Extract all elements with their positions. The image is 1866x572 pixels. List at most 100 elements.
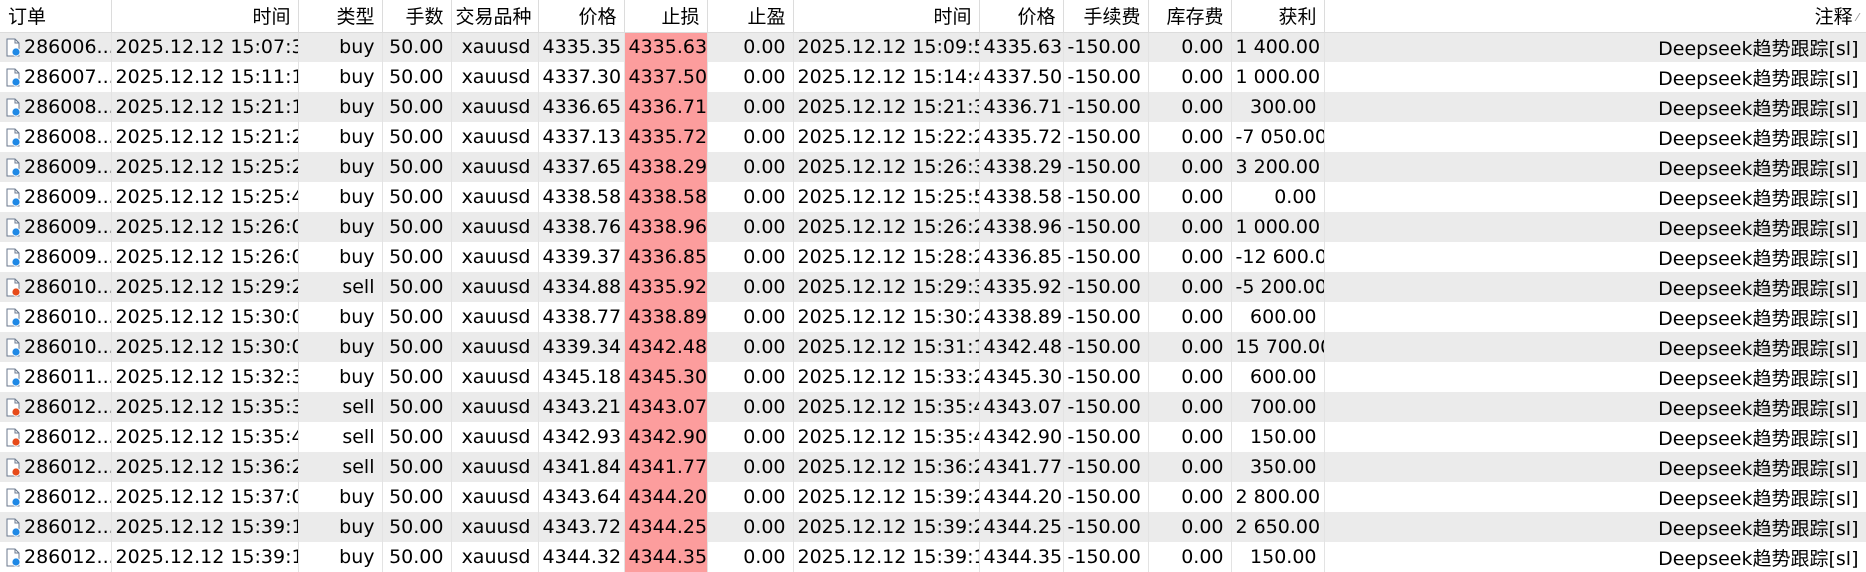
close-time-cell: 2025.12.12 15:30:25 <box>793 302 980 332</box>
order-cell: 286009... <box>0 182 112 212</box>
table-row[interactable]: 286010... 2025.12.12 15:30:09 buy 50.00 xauu… <box>0 332 1866 362</box>
column-header-price[interactable]: 价格 <box>538 0 625 33</box>
table-row[interactable]: 286010... 2025.12.12 15:30:07 buy 50.00 xauu… <box>0 302 1866 332</box>
order-cell: 286008... <box>0 122 112 152</box>
table-row[interactable]: 286012... 2025.12.12 15:37:01 buy 50.00 xauu… <box>0 482 1866 512</box>
stop-loss-cell: 4337.50 <box>624 62 708 92</box>
profit-cell: -5 200.00 <box>1231 272 1325 302</box>
table-row[interactable]: 286009... 2025.12.12 15:25:29 buy 50.00 xauu… <box>0 152 1866 182</box>
close-price-cell: 4341.77 <box>979 452 1064 482</box>
order-cell: 286009... <box>0 212 112 242</box>
price-cell: 4343.21 <box>538 392 625 422</box>
table-row[interactable]: 286012... 2025.12.12 15:36:24 sell 50.00 xau… <box>0 452 1866 482</box>
buy-order-icon <box>6 158 20 177</box>
take-profit-cell: 0.00 <box>707 32 794 62</box>
stop-loss-cell: 4338.58 <box>624 182 708 212</box>
column-header-comment[interactable]: 注释 ⁄ <box>1324 0 1866 33</box>
table-row[interactable]: 286007... 2025.12.12 15:11:14 buy 50.00 xauu… <box>0 62 1866 92</box>
column-header-type[interactable]: 类型 <box>298 0 383 33</box>
price-cell: 4342.93 <box>538 422 625 452</box>
table-row[interactable]: 286012... 2025.12.12 15:39:14 buy 50.00 xauu… <box>0 542 1866 572</box>
column-header-symbol[interactable]: 交易品种 <box>451 0 539 33</box>
profit-cell: 150.00 <box>1231 542 1325 572</box>
column-header-volume[interactable]: 手数 <box>382 0 452 33</box>
comment-cell: Deepseek趋势跟踪[sl] <box>1324 242 1866 272</box>
table-row[interactable]: 286010... 2025.12.12 15:29:20 sell 50.00 xau… <box>0 272 1866 302</box>
symbol-cell: xauusd <box>451 182 539 212</box>
stop-loss-cell: 4342.48 <box>624 332 708 362</box>
type-cell: buy <box>298 212 383 242</box>
type-cell: buy <box>298 302 383 332</box>
buy-order-icon <box>6 38 20 57</box>
column-header-profit[interactable]: 获利 <box>1231 0 1325 33</box>
type-cell: buy <box>298 62 383 92</box>
commission-cell: -150.00 <box>1063 452 1149 482</box>
table-row[interactable]: 286009... 2025.12.12 15:26:08 buy 50.00 xauu… <box>0 242 1866 272</box>
close-time-cell: 2025.12.12 15:33:23 <box>793 362 980 392</box>
symbol-cell: xauusd <box>451 122 539 152</box>
table-row[interactable]: 286012... 2025.12.12 15:35:42 sell 50.00 xau… <box>0 422 1866 452</box>
column-header-swap[interactable]: 库存费 <box>1148 0 1232 33</box>
order-id: 286012... <box>24 486 111 508</box>
order-id: 286012... <box>24 426 111 448</box>
comment-cell: Deepseek趋势跟踪[sl] <box>1324 422 1866 452</box>
volume-cell: 50.00 <box>382 152 452 182</box>
open-time-cell: 2025.12.12 15:32:37 <box>111 362 299 392</box>
column-header-commission[interactable]: 手续费 <box>1063 0 1149 33</box>
volume-cell: 50.00 <box>382 212 452 242</box>
order-id: 286008... <box>24 96 111 118</box>
commission-cell: -150.00 <box>1063 182 1149 212</box>
order-id: 286009... <box>24 156 111 178</box>
column-header-take-profit[interactable]: 止盈 <box>707 0 794 33</box>
table-row[interactable]: 286012... 2025.12.12 15:39:10 buy 50.00 xauu… <box>0 512 1866 542</box>
close-price-cell: 4342.90 <box>979 422 1064 452</box>
order-cell: 286007... <box>0 62 112 92</box>
type-cell: buy <box>298 92 383 122</box>
order-cell: 286011... <box>0 362 112 392</box>
table-row[interactable]: 286006... 2025.12.12 15:07:30 buy 50.00 xauu… <box>0 32 1866 62</box>
type-cell: buy <box>298 182 383 212</box>
table-row[interactable]: 286008... 2025.12.12 15:21:29 buy 50.00 xauu… <box>0 122 1866 152</box>
close-time-cell: 2025.12.12 15:35:49 <box>793 422 980 452</box>
type-cell: buy <box>298 152 383 182</box>
column-header-open-time[interactable]: 时间 <box>111 0 299 33</box>
close-price-cell: 4335.63 <box>979 32 1064 62</box>
order-id: 286010... <box>24 306 111 328</box>
order-cell: 286012... <box>0 452 112 482</box>
swap-cell: 0.00 <box>1148 92 1232 122</box>
price-cell: 4338.77 <box>538 302 625 332</box>
profit-cell: 3 200.00 <box>1231 152 1325 182</box>
order-cell: 286006... <box>0 32 112 62</box>
column-header-order[interactable]: 订单 <box>0 0 112 33</box>
table-row[interactable]: 286012... 2025.12.12 15:35:36 sell 50.00 xau… <box>0 392 1866 422</box>
swap-cell: 0.00 <box>1148 152 1232 182</box>
table-row[interactable]: 286011... 2025.12.12 15:32:37 buy 50.00 xauu… <box>0 362 1866 392</box>
comment-cell: Deepseek趋势跟踪[sl] <box>1324 152 1866 182</box>
order-cell: 286009... <box>0 152 112 182</box>
price-cell: 4343.72 <box>538 512 625 542</box>
table-row[interactable]: 286008... 2025.12.12 15:21:18 buy 50.00 xauu… <box>0 92 1866 122</box>
price-cell: 4334.88 <box>538 272 625 302</box>
take-profit-cell: 0.00 <box>707 152 794 182</box>
table-row[interactable]: 286009... 2025.12.12 15:26:02 buy 50.00 xauu… <box>0 212 1866 242</box>
column-header-stop-loss[interactable]: 止损 <box>624 0 708 33</box>
swap-cell: 0.00 <box>1148 392 1232 422</box>
profit-cell: 300.00 <box>1231 92 1325 122</box>
profit-cell: 150.00 <box>1231 422 1325 452</box>
close-price-cell: 4344.35 <box>979 542 1064 572</box>
column-header-close-time[interactable]: 时间 <box>793 0 980 33</box>
order-cell: 286012... <box>0 512 112 542</box>
close-time-cell: 2025.12.12 15:22:21 <box>793 122 980 152</box>
take-profit-cell: 0.00 <box>707 392 794 422</box>
volume-cell: 50.00 <box>382 32 452 62</box>
type-cell: buy <box>298 362 383 392</box>
open-time-cell: 2025.12.12 15:26:08 <box>111 242 299 272</box>
comment-cell: Deepseek趋势跟踪[sl] <box>1324 512 1866 542</box>
close-time-cell: 2025.12.12 15:39:27 <box>793 482 980 512</box>
column-header-close-price[interactable]: 价格 <box>979 0 1064 33</box>
table-row[interactable]: 286009... 2025.12.12 15:25:44 buy 50.00 xauu… <box>0 182 1866 212</box>
swap-cell: 0.00 <box>1148 332 1232 362</box>
close-price-cell: 4336.85 <box>979 242 1064 272</box>
profit-cell: -12 600.00 <box>1231 242 1325 272</box>
column-header-comment-label: 注释 <box>1814 6 1853 29</box>
